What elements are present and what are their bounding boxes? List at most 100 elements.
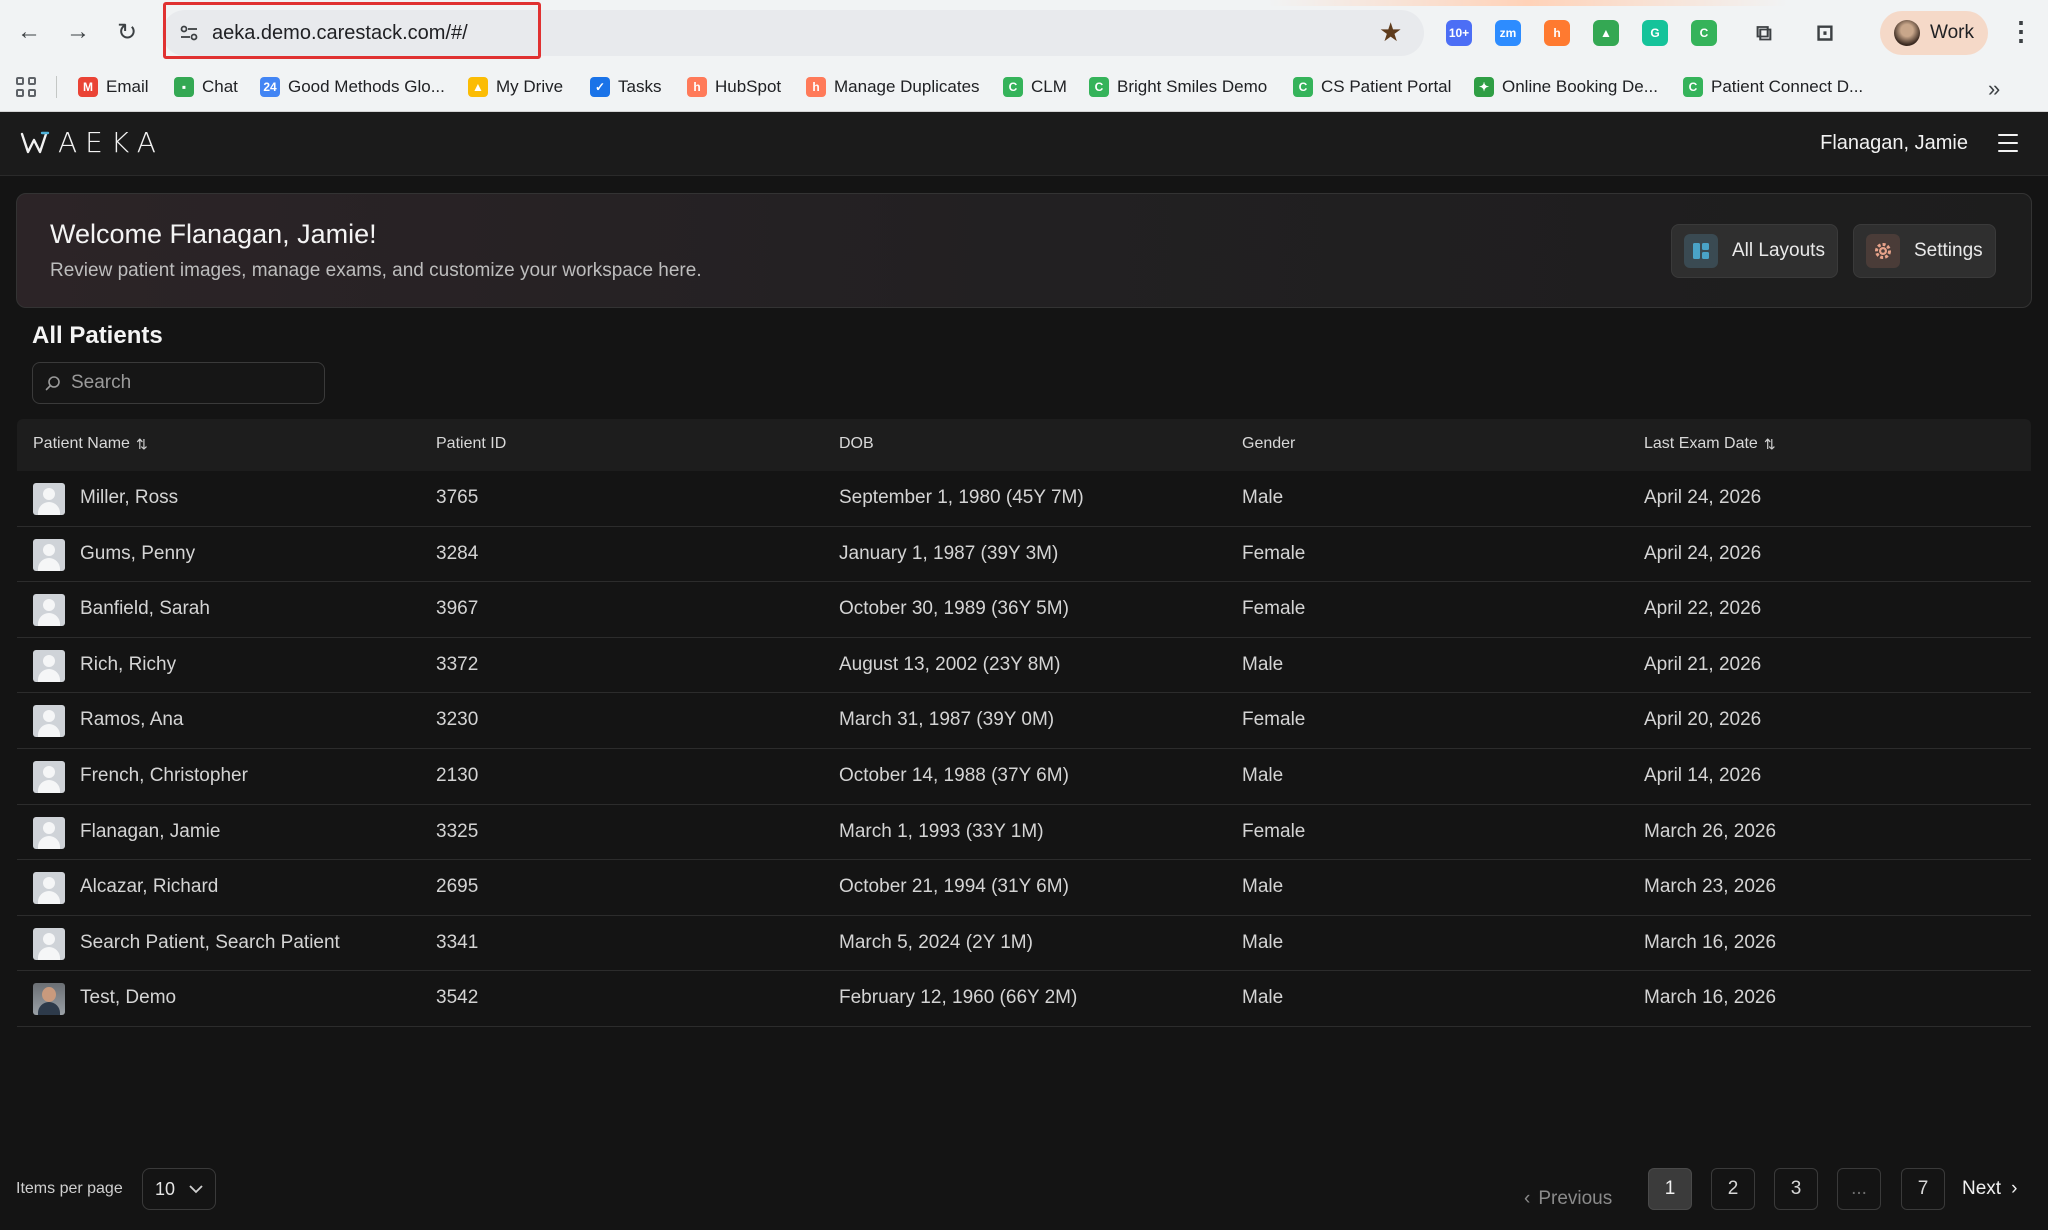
table-row[interactable]: Banfield, Sarah 3967 October 30, 1989 (36Y… [17,582,2031,638]
bookmark-item[interactable]: h HubSpot [687,75,781,99]
bookmark-item[interactable]: M Email [78,75,149,99]
table-row[interactable]: French, Christopher 2130 October 14, 1988 … [17,749,2031,805]
more-bookmarks-icon[interactable]: » [1988,76,2000,102]
page-button[interactable]: 1 [1648,1168,1692,1210]
profile-chip[interactable]: Work [1880,11,1988,55]
bookmark-item[interactable]: ✓ Tasks [590,75,661,99]
cell-id: 3542 [436,987,479,1009]
back-icon[interactable]: ← [12,15,46,49]
cell-gender: Male [1242,653,1284,675]
cell-last-exam: April 20, 2026 [1644,709,1762,731]
settings-button[interactable]: Settings [1853,224,1996,278]
table-row[interactable]: Search Patient, Search Patient 3341 March … [17,916,2031,972]
aeka-logo[interactable]: AEKA [20,126,164,159]
patient-search-box[interactable] [32,362,325,404]
logo-text: AEKA [58,126,164,159]
bookmarks-divider [56,76,57,98]
welcome-title: Welcome Flanagan, Jamie! [50,219,377,249]
forward-icon[interactable]: → [61,15,95,49]
table-row[interactable]: Flanagan, Jamie 3325 March 1, 1993 (33Y 1M… [17,805,2031,861]
cell-dob: October 21, 1994 (31Y 6M) [839,876,1069,898]
items-per-page-select[interactable]: 10 [142,1168,216,1210]
tab-search-icon[interactable]: ⊡ [1812,20,1838,46]
bookmark-item[interactable]: h Manage Duplicates [806,75,980,99]
calendar-icon: 24 [260,77,280,97]
bookmark-item[interactable]: C Bright Smiles Demo [1089,75,1267,99]
page-button[interactable]: 2 [1711,1168,1755,1210]
patient-avatar [33,705,65,738]
cell-name[interactable]: Gums, Penny [80,543,195,565]
bookmark-item[interactable]: C Patient Connect D... [1683,75,1863,99]
cell-gender: Male [1242,487,1284,508]
cell-name[interactable]: Miller, Ross [80,487,178,509]
hubspot-ext-icon[interactable]: h [1544,20,1570,46]
cell-name[interactable]: French, Christopher [80,765,248,787]
bookmark-item[interactable]: ▲ My Drive [468,75,563,99]
cell-name[interactable]: Alcazar, Richard [80,876,218,898]
zoom-ext-icon[interactable]: zm [1495,20,1521,46]
page-button[interactable]: 3 [1774,1168,1818,1210]
carestack-ext-icon[interactable]: C [1691,20,1717,46]
all-layouts-button[interactable]: All Layouts [1671,224,1838,278]
table-row[interactable]: Test, Demo 3542 February 12, 1960 (66Y 2M)… [17,971,2031,1027]
table-row[interactable]: Rich, Richy 3372 August 13, 2002 (23Y 8M) M… [17,638,2031,694]
page-button[interactable]: 7 [1901,1168,1945,1210]
bookmark-item[interactable]: ▪ Chat [174,75,238,99]
drive-ext-icon[interactable]: ▲ [1593,20,1619,46]
previous-page-button[interactable]: ‹ Previous [1524,1178,1612,1220]
col-patient-name[interactable]: Patient Name ⇅ [33,435,148,453]
col-patient-name-label: Patient Name [33,435,130,452]
col-gender-label: Gender [1242,435,1296,452]
bookmark-item[interactable]: C CS Patient Portal [1293,75,1451,99]
search-input[interactable] [71,363,321,403]
patient-avatar [33,872,65,905]
cell-gender: Female [1242,542,1306,564]
bookmark-item[interactable]: ✦ Online Booking De... [1474,75,1658,99]
table-row[interactable]: Gums, Penny 3284 January 1, 1987 (39Y 3M) F… [17,527,2031,583]
grammarly-ext-icon[interactable]: G [1642,20,1668,46]
bookmark-item[interactable]: C CLM [1003,75,1067,99]
cell-name[interactable]: Ramos, Ana [80,709,184,731]
settings-label: Settings [1914,240,1983,261]
patient-avatar [33,483,65,515]
reload-icon[interactable]: ↻ [110,15,144,49]
cell-dob: January 1, 1987 (39Y 3M) [839,542,1059,564]
table-header: Patient Name ⇅ Patient ID DOB Gender Las… [17,419,2031,471]
cell-name[interactable]: Rich, Richy [80,654,176,676]
cell-name[interactable]: Search Patient, Search Patient [80,932,340,954]
cell-id: 3284 [436,542,479,564]
table-row[interactable]: Miller, Ross 3765 September 1, 1980 (45Y 7… [17,471,2031,527]
sort-icon[interactable]: ⇅ [1764,436,1776,453]
avatar-body [38,557,60,571]
welcome-banner: Welcome Flanagan, Jamie! Review patient … [16,193,2032,308]
bookmark-label: HubSpot [715,77,782,96]
bookmark-star-icon[interactable]: ★ [1379,17,1402,48]
cell-gender: Male [1242,931,1284,953]
avatar-head [43,654,55,667]
hamburger-menu-icon[interactable] [1998,134,2018,152]
cell-id: 3325 [436,820,479,842]
header-user-name[interactable]: Flanagan, Jamie [1820,132,1968,155]
table-row[interactable]: Alcazar, Richard 2695 October 21, 1994 (31… [17,860,2031,916]
cell-name[interactable]: Banfield, Sarah [80,598,210,620]
col-last-exam-label: Last Exam Date [1644,435,1758,452]
cell-gender: Female [1242,709,1306,731]
calendar-ext-icon[interactable]: 10+ [1446,20,1472,46]
col-last-exam-date[interactable]: Last Exam Date ⇅ [1644,435,1776,453]
patient-avatar [33,983,65,1016]
browser-menu-icon[interactable]: ⋮ [2008,16,2034,47]
table-row[interactable]: Ramos, Ana 3230 March 31, 1987 (39Y 0M) Fem… [17,693,2031,749]
cell-dob: March 1, 1993 (33Y 1M) [839,820,1044,842]
cell-name[interactable]: Test, Demo [80,987,176,1009]
sort-icon[interactable]: ⇅ [136,436,148,453]
bookmark-item[interactable]: 24 Good Methods Glo... [260,75,445,99]
cell-dob: October 14, 1988 (37Y 6M) [839,764,1069,786]
apps-grid-icon[interactable] [16,77,36,97]
avatar-head [42,987,56,1003]
cell-name[interactable]: Flanagan, Jamie [80,821,220,843]
bookmark-label: CS Patient Portal [1321,77,1452,96]
avatar-body [38,835,60,849]
next-page-button[interactable]: Next › [1962,1178,2017,1200]
bookmark-label: Tasks [618,77,662,96]
extensions-puzzle-icon[interactable]: ⧉ [1751,20,1777,46]
